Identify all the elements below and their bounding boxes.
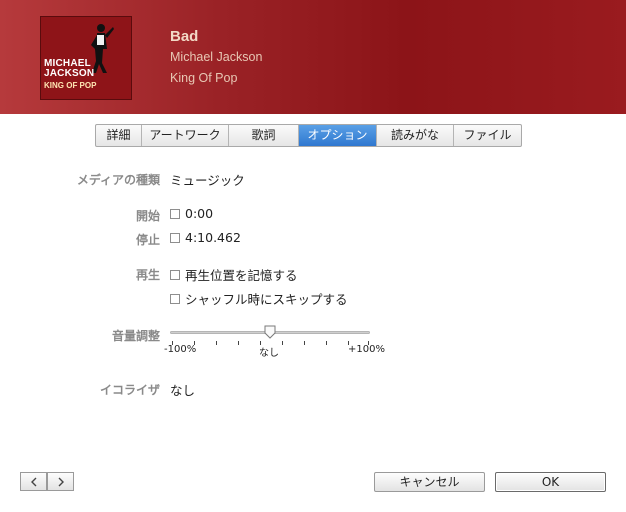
volume-slider-thumb[interactable]: [264, 325, 276, 339]
next-button[interactable]: [47, 472, 74, 491]
tab-artwork[interactable]: アートワーク: [142, 125, 229, 146]
album-artwork: MICHAEL JACKSON KING OF POP: [40, 16, 132, 100]
ok-button[interactable]: OK: [495, 472, 606, 492]
stop-checkbox[interactable]: [170, 232, 180, 243]
tab-options[interactable]: オプション: [299, 125, 377, 146]
artwork-subtitle: KING OF POP: [44, 81, 97, 90]
volume-max-label: +100%: [348, 344, 385, 355]
previous-button[interactable]: [20, 472, 47, 491]
cancel-button[interactable]: キャンセル: [374, 472, 485, 492]
tab-bar: 詳細 アートワーク 歌詞 オプション 読みがな ファイル: [95, 124, 522, 147]
stop-time-field[interactable]: 4:10.462: [185, 230, 241, 245]
skip-shuffle-checkbox[interactable]: [170, 293, 180, 304]
volume-tick: [282, 341, 283, 345]
media-kind-label: メディアの種類: [76, 173, 160, 187]
remember-position-checkbox[interactable]: [170, 269, 180, 280]
skip-shuffle-row: シャッフル時にスキップする: [170, 289, 348, 308]
tab-sorting[interactable]: 読みがな: [377, 125, 454, 146]
volume-tick: [238, 341, 239, 345]
start-checkbox[interactable]: [170, 208, 180, 219]
media-kind-value[interactable]: ミュージック: [170, 170, 245, 189]
song-artist: Michael Jackson: [170, 50, 263, 64]
tab-lyrics[interactable]: 歌詞: [229, 125, 299, 146]
chevron-right-icon: [58, 477, 64, 486]
playback-label: 再生: [135, 268, 160, 282]
skip-shuffle-label[interactable]: シャッフル時にスキップする: [185, 289, 348, 308]
volume-min-label: -100%: [164, 344, 197, 355]
volume-mid-label: なし: [259, 348, 279, 359]
volume-tick: [326, 341, 327, 345]
stop-label: 停止: [135, 233, 160, 247]
artwork-title: MICHAEL JACKSON: [44, 58, 95, 79]
song-album: King Of Pop: [170, 71, 238, 85]
volume-tick: [216, 341, 217, 345]
start-row: 0:00: [170, 206, 213, 221]
song-header: MICHAEL JACKSON KING OF POP Bad Michael …: [0, 0, 626, 114]
chevron-left-icon: [30, 477, 36, 486]
volume-label: 音量調整: [111, 329, 160, 343]
remember-position-label[interactable]: 再生位置を記憶する: [185, 265, 298, 284]
volume-tick: [304, 341, 305, 345]
equalizer-value[interactable]: なし: [170, 380, 195, 399]
stop-row: 4:10.462: [170, 230, 241, 245]
song-title: Bad: [170, 28, 199, 45]
tab-file[interactable]: ファイル: [454, 125, 521, 146]
remember-position-row: 再生位置を記憶する: [170, 265, 298, 284]
equalizer-label: イコライザ: [99, 383, 160, 397]
tab-details[interactable]: 詳細: [96, 125, 142, 146]
start-time-field[interactable]: 0:00: [185, 206, 213, 221]
start-label: 開始: [135, 209, 160, 223]
